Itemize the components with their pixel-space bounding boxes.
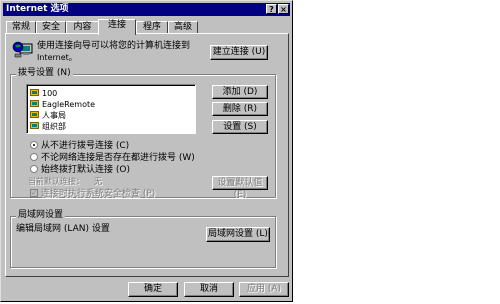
radio-never-dial[interactable]: 从不进行拨号连接 (C) xyxy=(30,140,130,152)
delete-button[interactable]: 删除 (R) xyxy=(212,102,268,116)
list-item[interactable]: 100 xyxy=(30,88,57,99)
lan-settings-button[interactable]: 局域网设置 (L) xyxy=(206,227,270,242)
ok-button[interactable]: 确定 xyxy=(128,282,178,297)
connections-list[interactable]: 100 EagleRemote 人事局 组织部 xyxy=(26,84,196,134)
title-bar[interactable]: Internet 选项 ? × xyxy=(3,3,290,16)
connections-panel: 使用连接向导可以将您的计算机连接到 Internet。 建立连接 (U) 拨号设… xyxy=(5,33,289,277)
help-button[interactable]: ? xyxy=(266,4,277,14)
list-item[interactable]: 人事局 xyxy=(30,110,66,121)
add-button[interactable]: 添加 (D) xyxy=(212,85,268,99)
radio-circle[interactable] xyxy=(30,140,38,149)
radio-dial-when-no-network[interactable]: 不论网络连接是否存在都进行拨号 (W) xyxy=(30,152,195,164)
set-default-button[interactable]: 设置默认值 (E) xyxy=(212,176,268,200)
tab-connections[interactable]: 连接 xyxy=(98,19,136,35)
cancel-button[interactable]: 取消 xyxy=(184,282,234,297)
radio-label: 不论网络连接是否存在都进行拨号 (W) xyxy=(41,153,195,163)
dialup-connection-icon xyxy=(30,110,40,119)
list-item[interactable]: 组织部 xyxy=(30,121,66,132)
setup-button[interactable]: 建立连接 (U) xyxy=(210,45,268,60)
security-check-checkbox[interactable]: ✓ xyxy=(30,188,38,197)
connection-name: 100 xyxy=(42,89,58,98)
connection-name: 组织部 xyxy=(42,122,66,131)
security-check-checkbox-row[interactable]: ✓ 连接时执行系统安全检查 (P) xyxy=(30,188,156,200)
dialup-connection-icon xyxy=(30,99,40,108)
current-default-value: 无 xyxy=(94,177,102,186)
setup-description-line2: Internet。 xyxy=(37,53,77,62)
dialup-connection-icon xyxy=(30,88,40,97)
window-title: Internet 选项 xyxy=(6,4,69,14)
lan-description: 编辑局域网 (LAN) 设置 xyxy=(16,224,110,234)
lan-group-label: 局域网设置 xyxy=(16,210,66,220)
radio-always-dial-default[interactable]: 始终拨打默认连接 (O) xyxy=(30,164,130,176)
apply-button[interactable]: 应用 (A) xyxy=(239,282,289,297)
radio-label: 始终拨打默认连接 (O) xyxy=(41,165,130,175)
internet-options-dialog: Internet 选项 ? × 常规 安全 内容 连接 程序 高级 使用连接向导… xyxy=(0,0,293,302)
security-check-label: 连接时执行系统安全检查 (P) xyxy=(41,189,156,199)
setup-description-line1: 使用连接向导可以将您的计算机连接到 xyxy=(37,41,191,51)
radio-circle[interactable] xyxy=(30,152,38,161)
list-item[interactable]: EagleRemote xyxy=(30,99,95,110)
connection-wizard-icon xyxy=(12,40,34,58)
close-button[interactable]: × xyxy=(278,4,289,14)
current-default-label: 当前默认连接： xyxy=(28,177,84,186)
dialup-group-label: 拨号设置 (N) xyxy=(16,68,73,78)
dialup-connection-icon xyxy=(30,121,40,130)
connection-name: EagleRemote xyxy=(42,100,96,109)
settings-button[interactable]: 设置 (S) xyxy=(212,120,268,134)
radio-label: 从不进行拨号连接 (C) xyxy=(41,141,130,151)
connection-name: 人事局 xyxy=(42,111,66,120)
radio-circle[interactable] xyxy=(30,164,38,173)
